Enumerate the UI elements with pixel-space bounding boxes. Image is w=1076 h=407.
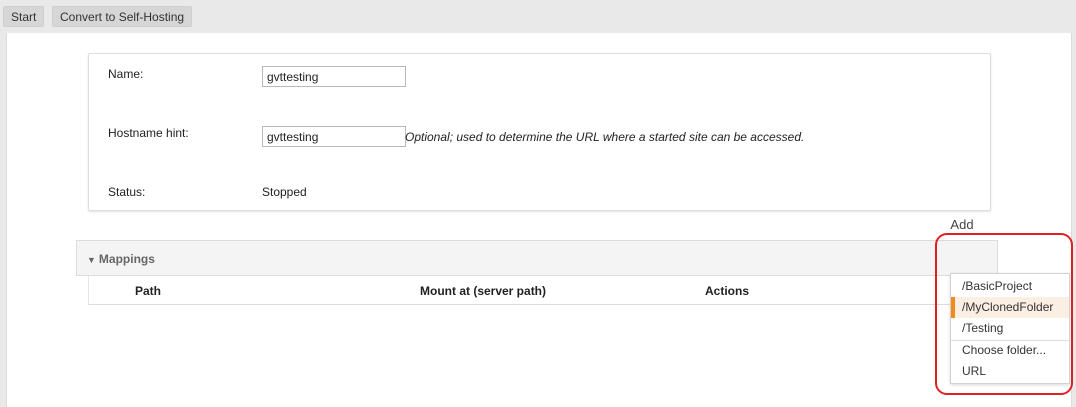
hostname-hint-help: Optional; used to determine the URL wher… [405, 130, 805, 144]
main-panel: Name: Hostname hint: Optional; used to d… [6, 33, 1072, 407]
status-value: Stopped [262, 185, 307, 199]
site-settings-form: Name: Hostname hint: Optional; used to d… [88, 53, 991, 211]
mappings-title: Mappings [98, 252, 155, 266]
hostname-hint-input[interactable] [262, 126, 406, 147]
column-header-path: Path [135, 284, 162, 298]
status-label: Status: [108, 185, 146, 199]
mappings-section-header[interactable]: ▼ Mappings [76, 240, 998, 276]
convert-to-self-hosting-button[interactable]: Convert to Self-Hosting [52, 6, 193, 27]
top-toolbar: Start Convert to Self-Hosting [0, 0, 1076, 33]
annotation-highlight-box [935, 233, 1073, 395]
column-header-mount-at: Mount at (server path) [420, 284, 547, 298]
name-label: Name: [108, 67, 144, 81]
triangle-down-icon: ▼ [87, 255, 96, 265]
hostname-hint-label: Hostname hint: [108, 126, 189, 140]
mappings-toggle[interactable]: ▼ Mappings [87, 252, 155, 266]
column-header-actions: Actions [705, 284, 750, 298]
mappings-table-header: Path Mount at (server path) Actions [88, 276, 989, 305]
start-button[interactable]: Start [3, 6, 45, 27]
name-input[interactable] [262, 66, 406, 87]
